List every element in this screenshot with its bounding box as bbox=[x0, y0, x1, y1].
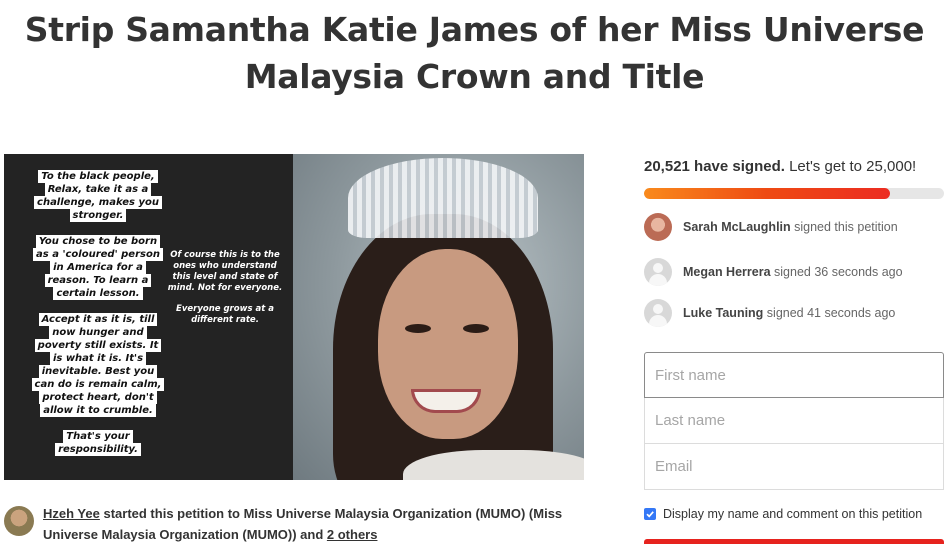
story-line: protect heart, don't bbox=[39, 391, 157, 404]
default-person-icon bbox=[644, 258, 672, 286]
checkmark-icon bbox=[646, 511, 654, 518]
story-line: stronger. bbox=[69, 209, 127, 222]
story-line: That's your bbox=[63, 430, 133, 443]
petition-title-line2: Malaysia Crown and Title bbox=[244, 57, 705, 96]
recent-signer: Megan Herrera signed 36 seconds ago bbox=[644, 258, 949, 288]
recent-signer: Luke Tauning signed 41 seconds ago bbox=[644, 299, 949, 329]
signer-avatar bbox=[644, 213, 672, 241]
petition-title-line1: Strip Samantha Katie James of her Miss U… bbox=[24, 10, 925, 49]
story-line: Everyone grows at a different rate. bbox=[176, 304, 274, 325]
story-line: poverty still exists. It bbox=[34, 339, 162, 352]
petition-media-image: To the black people, Relax, take it as ac… bbox=[4, 154, 584, 480]
starter-description: Hzeh Yee started this petition to Miss U… bbox=[43, 503, 603, 544]
email-input[interactable] bbox=[644, 444, 944, 490]
others-link[interactable]: 2 others bbox=[327, 527, 378, 542]
story-line: now hunger and bbox=[49, 326, 147, 339]
story-line: can do is remain calm, bbox=[31, 378, 165, 391]
signature-goal: Let's get to 25,000! bbox=[784, 158, 917, 175]
signature-count-bold: 20,521 have signed. bbox=[644, 158, 785, 175]
signer-name: Sarah McLaughlin bbox=[683, 220, 791, 234]
story-line: allow it to crumble. bbox=[40, 404, 156, 417]
display-name-option: Display my name and comment on this peti… bbox=[644, 506, 949, 524]
signer-text: Megan Herrera signed 36 seconds ago bbox=[683, 264, 903, 280]
first-name-input[interactable] bbox=[644, 352, 944, 398]
story-line: as a 'coloured' person bbox=[33, 248, 163, 261]
signature-progress-bar bbox=[644, 188, 944, 199]
story-line: is what it is. It's bbox=[49, 352, 147, 365]
default-person-icon bbox=[644, 299, 672, 327]
story-line: challenge, makes you bbox=[34, 196, 162, 209]
signer-name: Megan Herrera bbox=[683, 265, 771, 279]
starter-text: started this petition to Miss Universe M… bbox=[43, 506, 563, 542]
starter-avatar[interactable] bbox=[4, 506, 34, 536]
sign-petition-button[interactable] bbox=[644, 539, 944, 544]
signer-name: Luke Tauning bbox=[683, 306, 764, 320]
story-line: Accept it as it is, till bbox=[38, 313, 158, 326]
story-line: Relax, take it as a bbox=[44, 183, 152, 196]
story-line: reason. To learn a bbox=[44, 274, 152, 287]
signature-count: 20,521 have signed. Let's get to 25,000! bbox=[644, 156, 916, 178]
signer-text: Luke Tauning signed 41 seconds ago bbox=[683, 305, 895, 321]
portrait-eye bbox=[463, 324, 489, 333]
signer-action: signed this petition bbox=[790, 220, 898, 234]
story-line: responsibility. bbox=[55, 443, 141, 456]
story-line: certain lesson. bbox=[53, 287, 143, 300]
recent-signer: Sarah McLaughlin signed this petition bbox=[644, 213, 949, 243]
petition-starter: Hzeh Yee started this petition to Miss U… bbox=[4, 503, 604, 543]
portrait-photo bbox=[293, 154, 584, 480]
story-text-column: To the black people, Relax, take it as ac… bbox=[18, 170, 178, 456]
story-line: To the black people, bbox=[38, 170, 158, 183]
story-text-column-secondary: Of course this is to the ones who unders… bbox=[166, 250, 284, 336]
story-line: Of course this is to the ones who unders… bbox=[167, 250, 283, 293]
signer-action: signed 36 seconds ago bbox=[770, 265, 903, 279]
instagram-story-screenshot: To the black people, Relax, take it as ac… bbox=[4, 154, 293, 480]
last-name-input[interactable] bbox=[644, 398, 944, 444]
story-line: in America for a bbox=[50, 261, 146, 274]
story-line: You chose to be born bbox=[35, 235, 161, 248]
display-name-checkbox[interactable] bbox=[644, 508, 656, 520]
signer-action: signed 41 seconds ago bbox=[763, 306, 896, 320]
portrait-eye bbox=[405, 324, 431, 333]
story-line: inevitable. Best you bbox=[38, 365, 158, 378]
starter-name-link[interactable]: Hzeh Yee bbox=[43, 506, 100, 521]
progress-fill bbox=[644, 188, 890, 199]
petition-title: Strip Samantha Katie James of her Miss U… bbox=[0, 6, 949, 100]
crown-graphic bbox=[348, 158, 538, 238]
signer-text: Sarah McLaughlin signed this petition bbox=[683, 219, 898, 235]
display-name-label[interactable]: Display my name and comment on this peti… bbox=[663, 506, 922, 522]
